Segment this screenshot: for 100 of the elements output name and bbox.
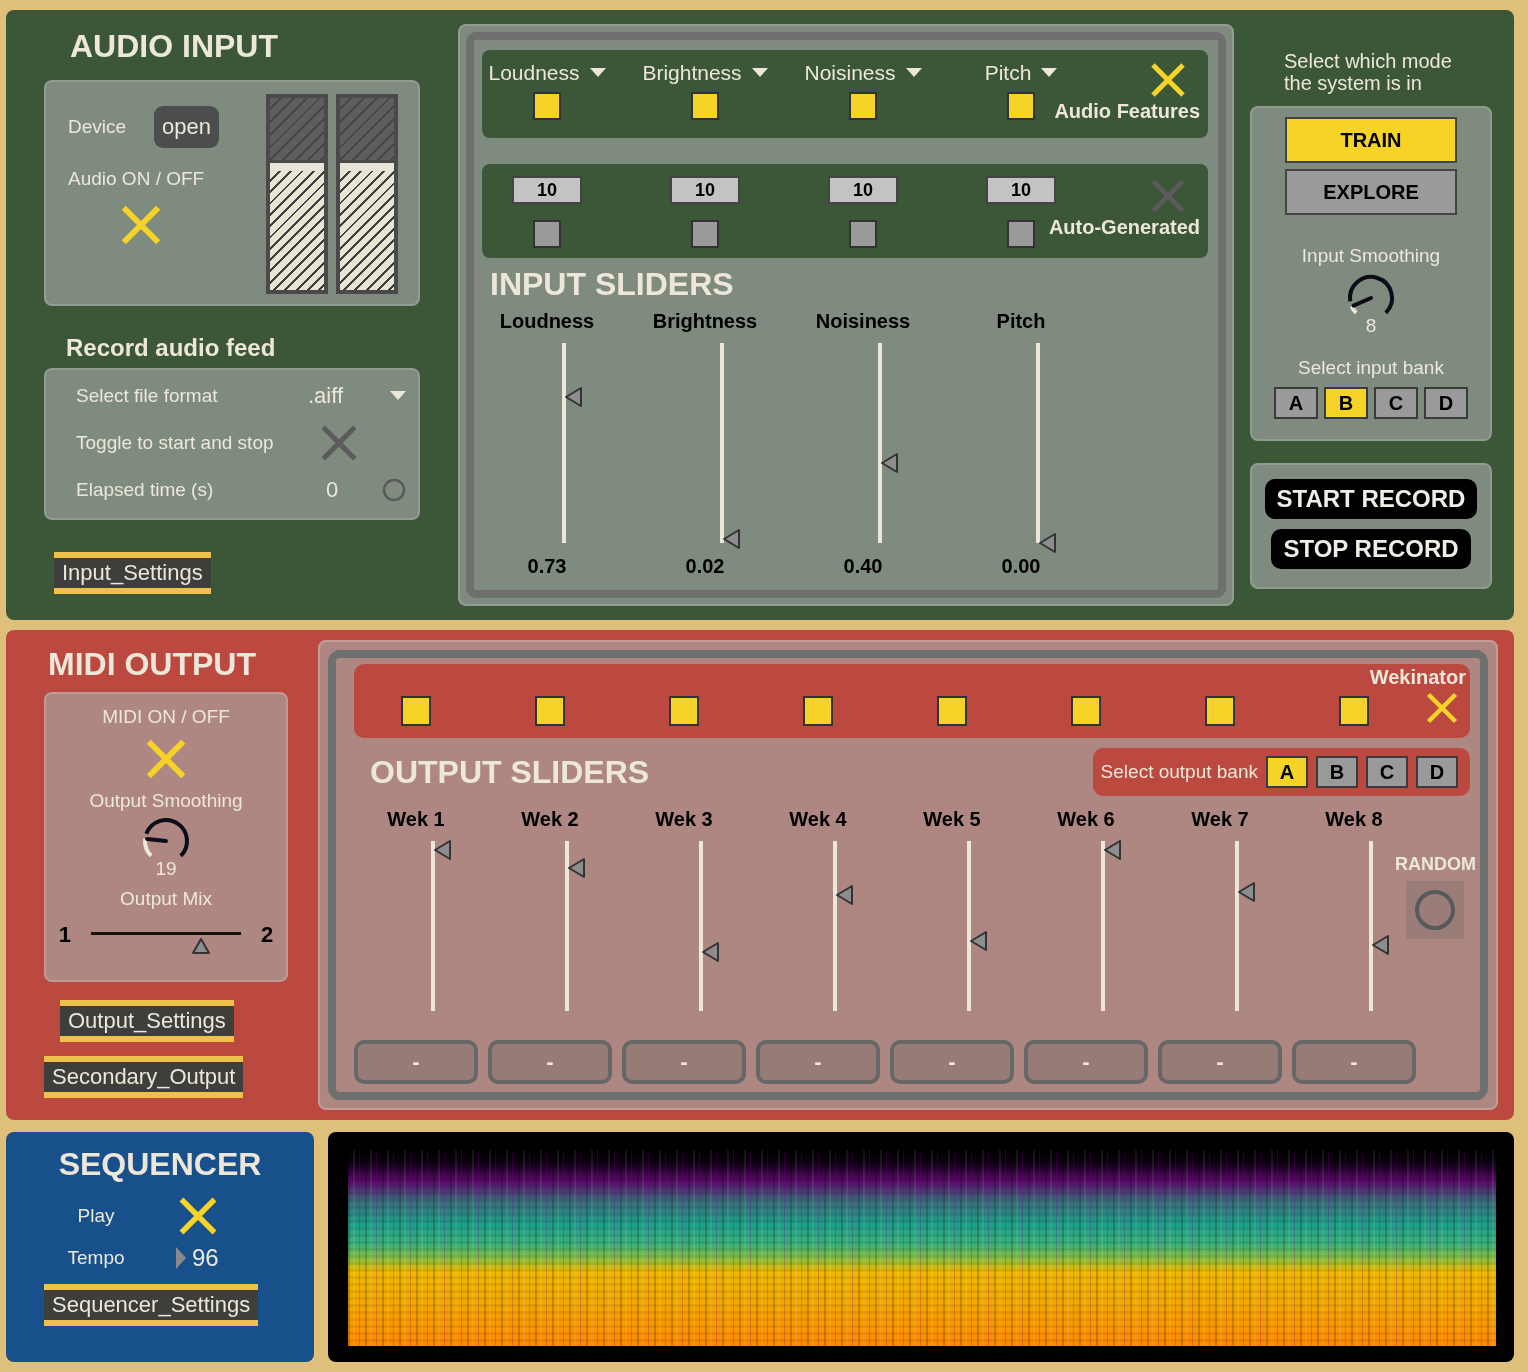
slider-label: Wek 2 [521,808,579,831]
feature-dropdown[interactable]: Pitch [984,60,1058,86]
bank-label: Select input bank [1298,357,1444,379]
slider-label: Noisiness [815,310,911,333]
bank-button[interactable]: C [1366,756,1408,788]
number-field[interactable]: 10 [670,176,740,204]
mix-slider-thumb[interactable] [190,937,211,955]
settings-button[interactable]: Secondary_Output [44,1056,244,1098]
auto-checkbox[interactable] [849,220,877,248]
bank-button[interactable]: B [1316,756,1358,788]
record-button[interactable]: START RECORD [1264,479,1478,519]
circle-icon [1414,889,1456,931]
output-checkbox[interactable] [1071,696,1101,726]
bank-button[interactable]: A [1274,387,1318,419]
bank-button[interactable]: D [1416,756,1458,788]
section-title: AUDIO INPUT [70,28,278,64]
settings-button[interactable]: Input_Settings [54,552,211,594]
slider-thumb[interactable] [567,857,587,880]
indicator-circle-icon [382,477,406,502]
slider-thumb[interactable] [1103,838,1123,861]
slider-label: Wek 4 [789,808,847,831]
mode-button[interactable]: TRAIN [1285,117,1457,163]
feature-checkbox[interactable] [691,92,719,120]
slider-thumb[interactable] [969,930,989,953]
output-checkbox[interactable] [669,696,699,726]
caret-icon [390,390,406,401]
bank-button[interactable]: C [1374,387,1418,419]
number-field[interactable]: 10 [828,176,898,204]
number-field[interactable]: 10 [512,176,582,204]
record-button[interactable]: STOP RECORD [1271,529,1471,569]
record-toggle-label: Toggle to start and stop [76,431,275,454]
wekinator-toggle[interactable] [1424,690,1460,726]
slider-thumb[interactable] [433,838,453,861]
mode-button[interactable]: EXPLORE [1285,169,1457,215]
slider-label: Wek 8 [1325,808,1383,831]
slider-thumb[interactable] [880,452,900,474]
feature-dropdown[interactable]: Loudness [488,60,606,86]
record-title: Record audio feed [66,334,276,362]
feature-dropdown[interactable]: Brightness [642,60,768,86]
number-field[interactable]: 10 [986,176,1056,204]
wekinator-label: Wekinator [1369,666,1466,689]
play-label: Play [76,1205,116,1227]
slider-label: Loudness [499,310,595,333]
slider-label: Wek 6 [1057,808,1115,831]
output-checkbox[interactable] [937,696,967,726]
slider-thumb[interactable] [1038,532,1058,554]
slider-thumb[interactable] [1371,933,1391,956]
open-button[interactable]: open [154,106,220,148]
output-checkbox[interactable] [803,696,833,726]
knob-value: 19 [155,858,177,880]
device-label: Device [68,116,127,138]
mix-min-label: 1 [58,922,71,948]
tempo-value[interactable]: 96 [192,1244,219,1272]
bank-button[interactable]: A [1266,756,1308,788]
caret-icon [589,68,606,78]
slider-label: Wek 3 [655,808,713,831]
section-title: MIDI OUTPUT [48,646,256,682]
slider-value: 0.73 [527,555,567,578]
settings-button[interactable]: Output_Settings [60,1000,234,1042]
slider-thumb[interactable] [722,528,742,550]
output-checkbox[interactable] [535,696,565,726]
auto-checkbox[interactable] [691,220,719,248]
mix-label: Output Mix [120,888,212,910]
slider-thumb[interactable] [701,940,721,963]
format-label: Select file format [76,384,219,407]
slider-label: Wek 1 [387,808,445,831]
output-checkbox[interactable] [1339,696,1369,726]
output-checkbox[interactable] [401,696,431,726]
auto-checkbox[interactable] [533,220,561,248]
slider-thumb[interactable] [564,386,584,408]
section-title: INPUT SLIDERS [490,266,734,302]
feature-dropdown[interactable]: Noisiness [804,60,922,86]
feature-checkbox[interactable] [849,92,877,120]
auto-label: Auto-Generated [1048,216,1200,239]
audio-toggle-label: Audio ON / OFF [68,168,205,190]
feature-checkbox[interactable] [533,92,561,120]
slider-label: Wek 7 [1191,808,1249,831]
bank-button[interactable]: B [1324,387,1368,419]
section-title: OUTPUT SLIDERS [370,754,650,790]
settings-button[interactable]: Sequencer_Settings [44,1284,259,1326]
auto-checkbox[interactable] [1007,220,1035,248]
slider-label: Pitch [996,310,1046,333]
tempo-label: Tempo [66,1247,126,1269]
knob-label: Output Smoothing [89,790,243,812]
output-checkbox[interactable] [1205,696,1235,726]
triangle-icon [176,1247,186,1269]
bank-button[interactable]: D [1424,387,1468,419]
section-title: SEQUENCER [57,1146,263,1182]
caret-icon [1041,68,1058,78]
slider-thumb[interactable] [1237,881,1257,903]
slider-label: Brightness [652,310,758,333]
features-label: Audio Features [1054,100,1200,123]
slider-label: Wek 5 [923,808,981,831]
slider-thumb[interactable] [835,884,855,907]
elapsed-label: Elapsed time (s) [76,478,215,501]
knob-label: Input Smoothing [1301,245,1441,267]
slider-value: 0.40 [843,555,883,578]
caret-icon [905,68,922,78]
feature-checkbox[interactable] [1007,92,1035,120]
knob-value: 8 [1365,315,1377,337]
